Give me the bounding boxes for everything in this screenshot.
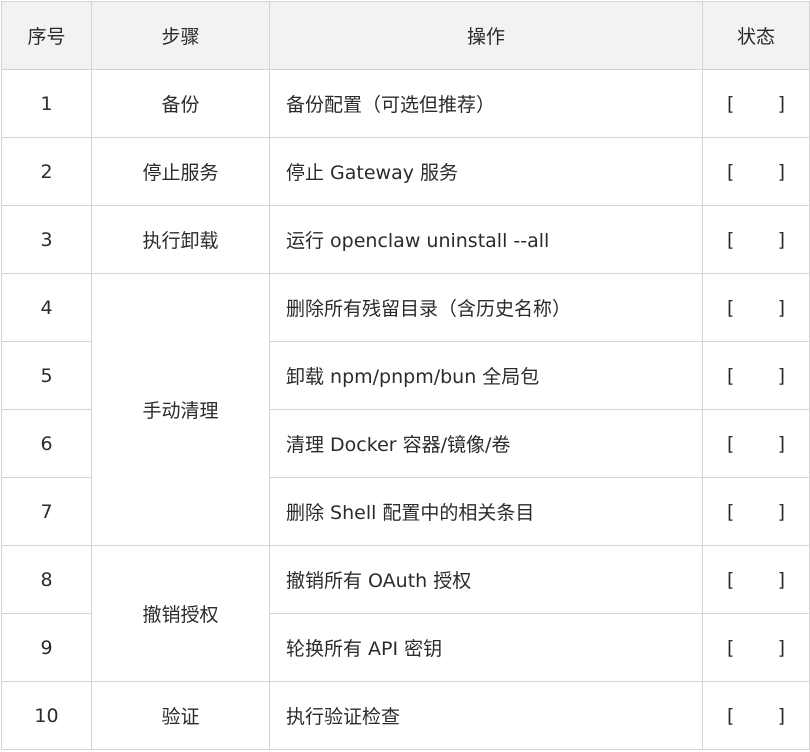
status-checkbox[interactable]: [] (727, 161, 785, 183)
row-operation: 执行验证检查 (269, 681, 703, 750)
row-operation: 删除 Shell 配置中的相关条目 (269, 477, 703, 546)
row-index: 8 (1, 545, 92, 614)
status-bracket-open: [ (727, 228, 735, 251)
row-status-cell: [] (702, 681, 810, 750)
status-bracket-close: ] (777, 296, 785, 319)
row-operation: 停止 Gateway 服务 (269, 137, 703, 206)
status-bracket-close: ] (777, 364, 785, 387)
table-row: 3 执行卸载 运行 openclaw uninstall --all [] (1, 205, 810, 274)
table-row: 10 验证 执行验证检查 [] (1, 681, 810, 750)
row-step: 停止服务 (91, 137, 270, 206)
table-row: 8 撤销授权 撤销所有 OAuth 授权 [] (1, 545, 810, 682)
status-checkbox[interactable]: [] (727, 569, 785, 591)
table-row: 1 备份 备份配置（可选但推荐） [] (1, 69, 810, 138)
row-index: 6 (1, 409, 92, 478)
status-bracket-open: [ (727, 92, 735, 115)
row-operation: 撤销所有 OAuth 授权 (269, 545, 703, 614)
row-operation: 删除所有残留目录（含历史名称） (269, 273, 703, 342)
status-checkbox[interactable]: [] (727, 93, 785, 115)
status-bracket-open: [ (727, 636, 735, 659)
row-index: 7 (1, 477, 92, 546)
header-operation: 操作 (269, 1, 703, 70)
row-index: 10 (1, 681, 92, 750)
header-status: 状态 (702, 1, 810, 70)
status-bracket-close: ] (777, 704, 785, 727)
checklist-table: 序号 步骤 操作 状态 1 备份 备份配置（可选但推荐） [] 2 停止服务 停… (1, 1, 810, 750)
row-index: 4 (1, 273, 92, 342)
row-operation: 清理 Docker 容器/镜像/卷 (269, 409, 703, 478)
status-bracket-close: ] (777, 500, 785, 523)
status-bracket-close: ] (777, 92, 785, 115)
status-checkbox[interactable]: [] (727, 637, 785, 659)
row-operation: 轮换所有 API 密钥 (269, 613, 703, 682)
row-index: 3 (1, 205, 92, 274)
row-index: 5 (1, 341, 92, 410)
status-bracket-open: [ (727, 568, 735, 591)
row-status-cell: [] (702, 137, 810, 206)
status-checkbox[interactable]: [] (727, 297, 785, 319)
row-step: 备份 (91, 69, 270, 138)
row-status-cell: [] (702, 341, 810, 410)
row-step: 撤销授权 (91, 545, 270, 682)
status-checkbox[interactable]: [] (727, 705, 785, 727)
header-row: 序号 步骤 操作 状态 (1, 1, 810, 70)
row-index: 1 (1, 69, 92, 138)
status-bracket-close: ] (777, 568, 785, 591)
status-bracket-open: [ (727, 432, 735, 455)
row-status-cell: [] (702, 545, 810, 614)
header-step: 步骤 (91, 1, 270, 70)
row-status-cell: [] (702, 613, 810, 682)
status-bracket-close: ] (777, 636, 785, 659)
status-checkbox[interactable]: [] (727, 433, 785, 455)
row-step: 手动清理 (91, 273, 270, 546)
status-bracket-open: [ (727, 364, 735, 387)
status-checkbox[interactable]: [] (727, 365, 785, 387)
status-bracket-close: ] (777, 432, 785, 455)
header-index: 序号 (1, 1, 92, 70)
row-status-cell: [] (702, 205, 810, 274)
row-step: 执行卸载 (91, 205, 270, 274)
row-operation: 卸载 npm/pnpm/bun 全局包 (269, 341, 703, 410)
status-bracket-open: [ (727, 296, 735, 319)
table-row: 4 手动清理 删除所有残留目录（含历史名称） [] (1, 273, 810, 546)
row-index: 2 (1, 137, 92, 206)
row-status-cell: [] (702, 409, 810, 478)
status-bracket-open: [ (727, 704, 735, 727)
row-operation: 运行 openclaw uninstall --all (269, 205, 703, 274)
status-bracket-close: ] (777, 228, 785, 251)
row-status-cell: [] (702, 273, 810, 342)
row-step: 验证 (91, 681, 270, 750)
status-checkbox[interactable]: [] (727, 229, 785, 251)
row-index: 9 (1, 613, 92, 682)
status-checkbox[interactable]: [] (727, 501, 785, 523)
status-bracket-open: [ (727, 500, 735, 523)
table-row: 2 停止服务 停止 Gateway 服务 [] (1, 137, 810, 206)
row-operation: 备份配置（可选但推荐） (269, 69, 703, 138)
status-bracket-open: [ (727, 160, 735, 183)
row-status-cell: [] (702, 69, 810, 138)
status-bracket-close: ] (777, 160, 785, 183)
row-status-cell: [] (702, 477, 810, 546)
